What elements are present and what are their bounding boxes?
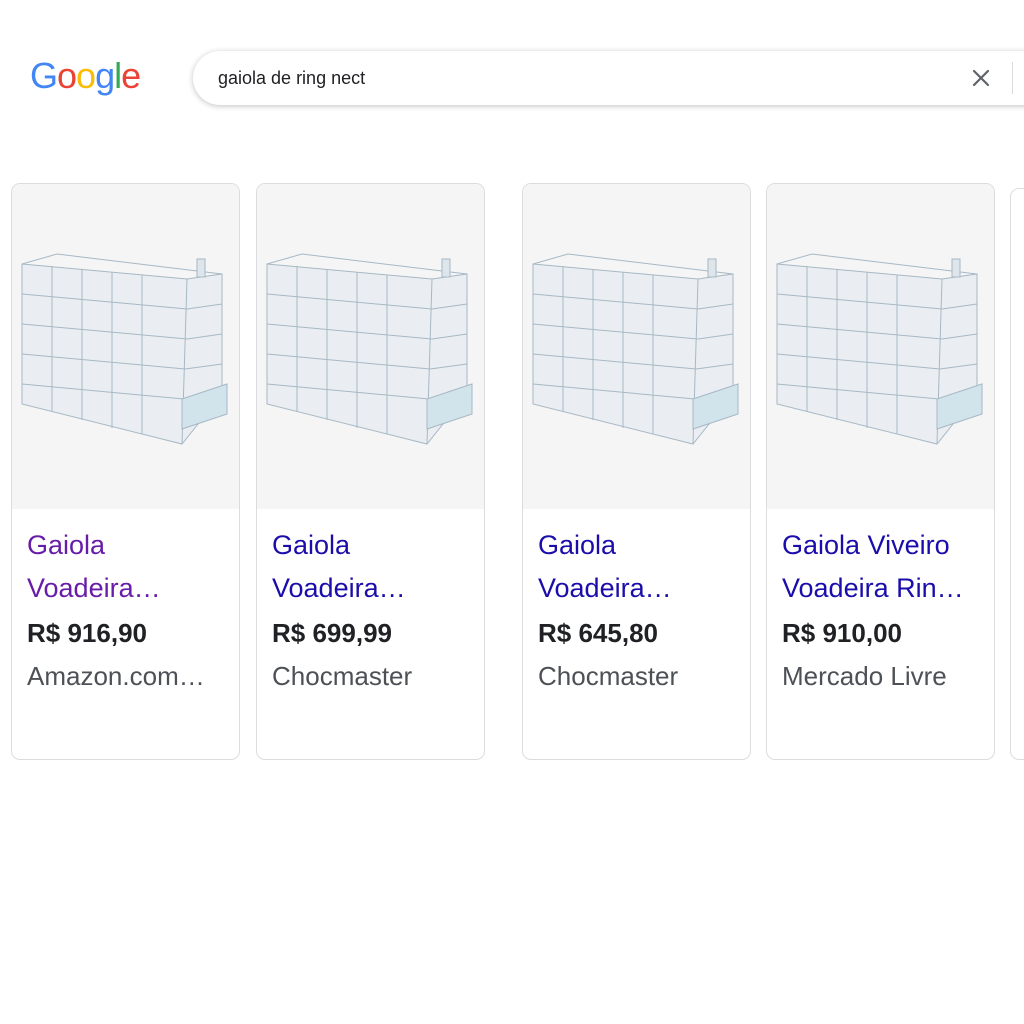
product-image[interactable] <box>12 184 239 509</box>
product-title[interactable]: Gaiola Voadeira… <box>27 524 227 610</box>
product-title-line: Gaiola <box>272 530 351 560</box>
product-title-line: Gaiola Viveiro <box>782 530 950 560</box>
product-card-partial[interactable] <box>1010 188 1024 760</box>
logo-letter: g <box>95 55 115 96</box>
product-price: R$ 910,00 <box>782 618 902 648</box>
logo-letter: o <box>76 55 96 96</box>
product-title[interactable]: Gaiola Viveiro Voadeira Rin… <box>782 524 982 610</box>
product-card[interactable]: Gaiola Viveiro Voadeira Rin… R$ 910,00 M… <box>766 183 995 760</box>
google-logo[interactable]: Google <box>30 55 141 96</box>
page: Google gaiola de ring nect Gaiola Voadei… <box>0 0 1024 1024</box>
product-seller: Amazon.com… <box>27 661 205 691</box>
close-icon[interactable] <box>969 66 993 90</box>
search-input[interactable]: gaiola de ring nect <box>218 68 365 89</box>
product-title-line: Voadeira… <box>272 573 406 603</box>
search-bar[interactable]: gaiola de ring nect <box>193 51 1024 105</box>
product-card[interactable]: Gaiola Voadeira… R$ 645,80 Chocmaster <box>522 183 751 760</box>
product-card[interactable]: Gaiola Voadeira… R$ 699,99 Chocmaster <box>256 183 485 760</box>
product-title-line: Voadeira… <box>27 573 161 603</box>
product-title-line: Gaiola <box>27 530 106 560</box>
logo-letter: G <box>30 55 58 96</box>
cage-illustration <box>12 184 239 509</box>
search-divider <box>1012 62 1013 94</box>
product-seller: Chocmaster <box>272 661 413 691</box>
product-image[interactable] <box>523 184 750 509</box>
product-title-line: Voadeira… <box>538 573 672 603</box>
product-seller: Mercado Livre <box>782 661 947 691</box>
cage-illustration <box>257 184 484 509</box>
product-price: R$ 916,90 <box>27 618 147 648</box>
product-image[interactable] <box>257 184 484 509</box>
product-image[interactable] <box>767 184 994 509</box>
product-title[interactable]: Gaiola Voadeira… <box>272 524 472 610</box>
product-price: R$ 699,99 <box>272 618 392 648</box>
cage-illustration <box>523 184 750 509</box>
logo-letter: o <box>57 55 77 96</box>
product-seller: Chocmaster <box>538 661 679 691</box>
cage-illustration <box>767 184 994 509</box>
logo-letter: l <box>114 55 122 96</box>
product-price: R$ 645,80 <box>538 618 658 648</box>
product-title-line: Voadeira Rin… <box>782 573 964 603</box>
product-title-line: Gaiola <box>538 530 617 560</box>
product-card[interactable]: Gaiola Voadeira… R$ 916,90 Amazon.com… <box>11 183 240 760</box>
logo-letter: e <box>121 55 141 96</box>
product-title[interactable]: Gaiola Voadeira… <box>538 524 738 610</box>
